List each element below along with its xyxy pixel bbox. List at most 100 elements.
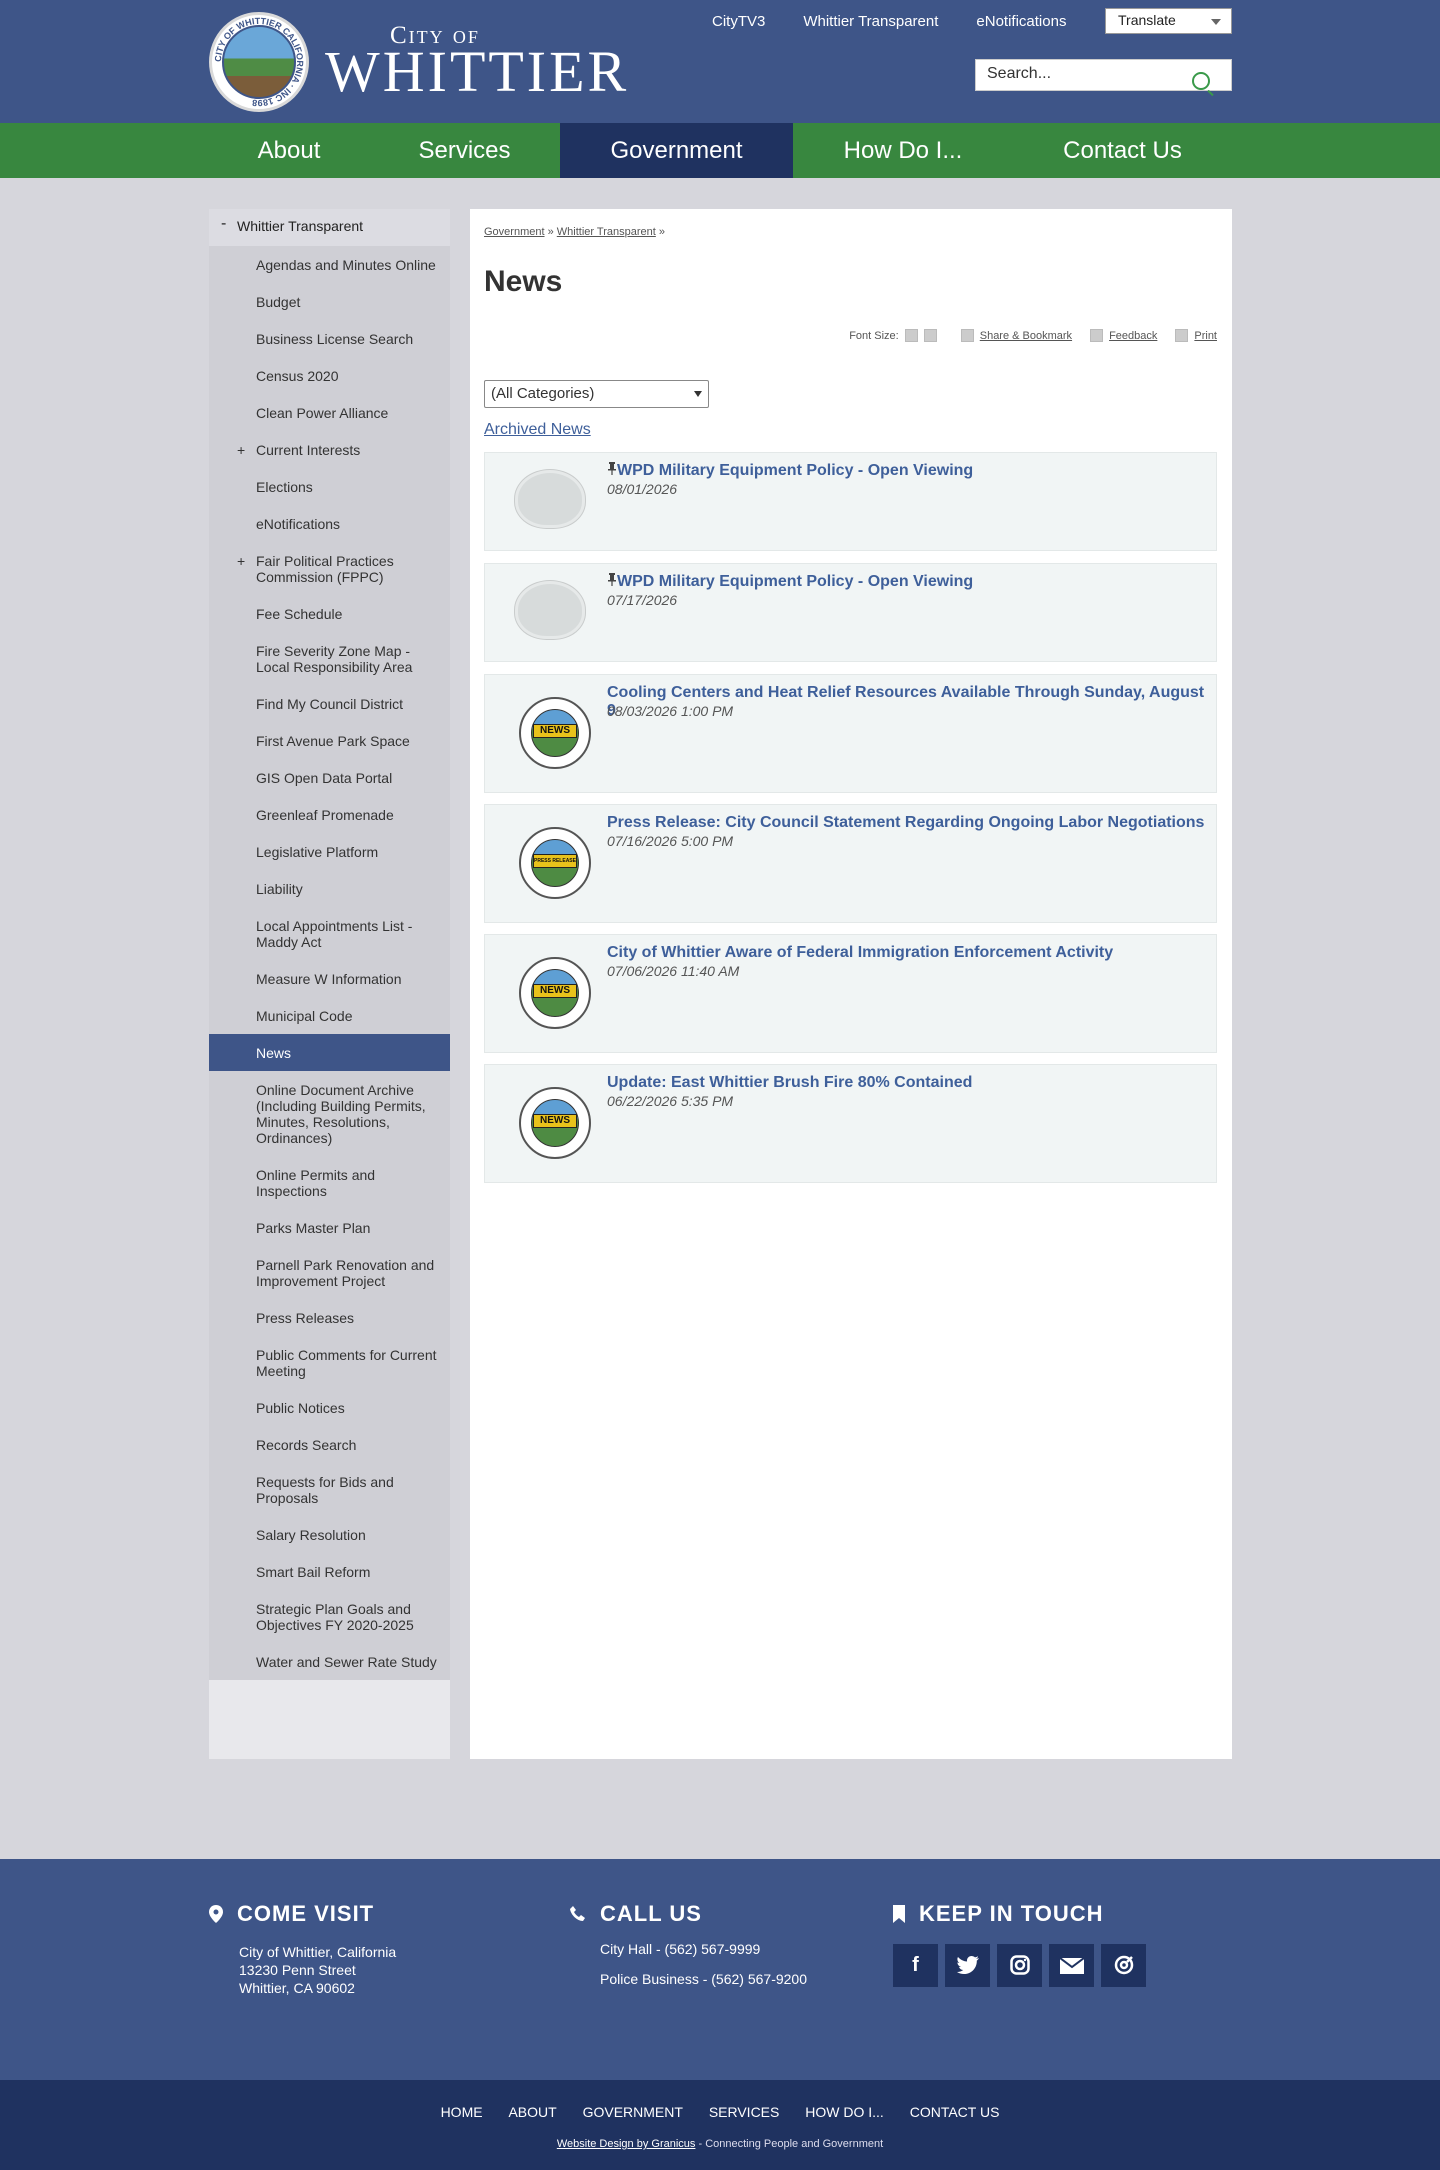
sidebar-list: - Whittier Transparent Agendas and Minut…: [209, 209, 450, 1680]
sidebar-item-label: Liability: [256, 880, 303, 897]
feedback-link[interactable]: Feedback: [1109, 330, 1157, 342]
nav-services[interactable]: Services: [369, 123, 560, 178]
search-icon[interactable]: [1192, 72, 1210, 90]
sidebar-item-records-search[interactable]: Records Search: [209, 1426, 450, 1463]
nav-about[interactable]: About: [209, 123, 369, 178]
news-title-link[interactable]: WPD Military Equipment Policy - Open Vie…: [607, 573, 973, 591]
footer-nav: HOME ABOUT GOVERNMENT SERVICES HOW DO I.…: [0, 2104, 1440, 2120]
sidebar-item-legislative-platform[interactable]: Legislative Platform: [209, 833, 450, 870]
toplink-whittier-transparent[interactable]: Whittier Transparent: [803, 13, 938, 30]
sidebar-item-news[interactable]: News: [209, 1034, 450, 1071]
nav-contact-us[interactable]: Contact Us: [1013, 123, 1232, 178]
archived-news-link[interactable]: Archived News: [484, 421, 591, 439]
sidebar-item-enotifications[interactable]: eNotifications: [209, 505, 450, 542]
category-select[interactable]: (All Categories): [484, 380, 709, 408]
category-select-value: (All Categories): [491, 385, 595, 402]
logo-whittier-text[interactable]: WHITTIER: [325, 38, 629, 105]
news-title-link[interactable]: Press Release: City Council Statement Re…: [607, 814, 1204, 832]
news-title-link[interactable]: WPD Military Equipment Policy - Open Vie…: [607, 462, 973, 480]
collapse-icon[interactable]: -: [221, 215, 226, 233]
sidebar-item-fire-severity-zone-map-local-responsibility-area[interactable]: Fire Severity Zone Map - Local Responsib…: [209, 632, 450, 685]
news-title-link[interactable]: Update: East Whittier Brush Fire 80% Con…: [607, 1074, 972, 1092]
nav-how-do-i[interactable]: How Do I...: [793, 123, 1013, 178]
sidebar-item-online-permits-and-inspections[interactable]: Online Permits and Inspections: [209, 1156, 450, 1209]
sidebar-item-parks-master-plan[interactable]: Parks Master Plan: [209, 1209, 450, 1246]
sidebar-item-public-notices[interactable]: Public Notices: [209, 1389, 450, 1426]
instagram-icon[interactable]: [997, 1944, 1042, 1987]
sidebar-item-agendas-and-minutes-online[interactable]: Agendas and Minutes Online: [209, 246, 450, 283]
sidebar-item-census-2020[interactable]: Census 2020: [209, 357, 450, 394]
city-seal-logo[interactable]: CITY OF WHITTIER CALIFORNIA · INC 1898: [209, 12, 309, 112]
news-date: 08/01/2026: [607, 481, 678, 497]
news-item[interactable]: WPD Military Equipment Policy - Open Vie…: [484, 452, 1217, 551]
twitter-icon[interactable]: [945, 1944, 990, 1987]
sidebar-item-local-appointments-list-maddy-act[interactable]: Local Appointments List - Maddy Act: [209, 907, 450, 960]
expand-icon[interactable]: +: [237, 553, 245, 569]
footer-link-home[interactable]: HOME: [441, 2104, 483, 2120]
sidebar-item-elections[interactable]: Elections: [209, 468, 450, 505]
sidebar-item-strategic-plan-goals-and-objectives-fy-2020-2025[interactable]: Strategic Plan Goals and Objectives FY 2…: [209, 1590, 450, 1643]
news-item[interactable]: NEWS Cooling Centers and Heat Relief Reso…: [484, 674, 1217, 793]
sidebar-item-gis-open-data-portal[interactable]: GIS Open Data Portal: [209, 759, 450, 796]
footer-link-services[interactable]: SERVICES: [709, 2104, 780, 2120]
sidebar-item-find-my-council-district[interactable]: Find My Council District: [209, 685, 450, 722]
sidebar-item-water-and-sewer-rate-study[interactable]: Water and Sewer Rate Study: [209, 1643, 450, 1680]
sidebar-item-label: Agendas and Minutes Online: [256, 256, 436, 273]
news-title-link[interactable]: City of Whittier Aware of Federal Immigr…: [607, 944, 1113, 962]
news-item[interactable]: PRESS RELEASE Press Release: City Council…: [484, 804, 1217, 923]
news-title-text: Press Release: City Council Statement Re…: [607, 814, 1205, 831]
font-decrease-icon[interactable]: [923, 329, 937, 342]
breadcrumb-separator: »: [658, 226, 666, 238]
news-title-text: WPD Military Equipment Policy - Open Vie…: [617, 462, 974, 479]
toplink-enotifications[interactable]: eNotifications: [976, 13, 1066, 30]
sidebar-item-greenleaf-promenade[interactable]: Greenleaf Promenade: [209, 796, 450, 833]
sidebar-item-label: Public Notices: [256, 1399, 345, 1416]
footer-link-about[interactable]: ABOUT: [508, 2104, 556, 2120]
sidebar-item-requests-for-bids-and-proposals[interactable]: Requests for Bids and Proposals: [209, 1463, 450, 1516]
print-link[interactable]: Print: [1194, 330, 1217, 342]
breadcrumb-government[interactable]: Government: [484, 226, 545, 238]
sidebar-item-liability[interactable]: Liability: [209, 870, 450, 907]
sidebar-heading[interactable]: - Whittier Transparent: [209, 209, 450, 246]
breadcrumb-whittier-transparent[interactable]: Whittier Transparent: [557, 226, 656, 238]
granicus-link[interactable]: Website Design by Granicus: [557, 2138, 696, 2150]
footer-link-government[interactable]: GOVERNMENT: [583, 2104, 683, 2120]
sidebar-item-current-interests[interactable]: + Current Interests: [209, 431, 450, 468]
share-icon: [960, 329, 974, 342]
footer-link-how-do-i[interactable]: HOW DO I...: [805, 2104, 884, 2120]
email-icon[interactable]: [1049, 1944, 1094, 1987]
news-item[interactable]: NEWS Update: East Whittier Brush Fire 80%…: [484, 1064, 1217, 1183]
sidebar-item-public-comments-for-current-meeting[interactable]: Public Comments for Current Meeting: [209, 1336, 450, 1389]
facebook-icon[interactable]: f: [893, 1944, 938, 1987]
news-item[interactable]: WPD Military Equipment Policy - Open Vie…: [484, 563, 1217, 662]
sidebar-item-municipal-code[interactable]: Municipal Code: [209, 997, 450, 1034]
sidebar-item-fee-schedule[interactable]: Fee Schedule: [209, 595, 450, 632]
sidebar-item-clean-power-alliance[interactable]: Clean Power Alliance: [209, 394, 450, 431]
sidebar-item-measure-w-information[interactable]: Measure W Information: [209, 960, 450, 997]
main-content: Government » Whittier Transparent » News…: [470, 209, 1232, 1759]
toplink-citytv3[interactable]: CityTV3: [712, 13, 765, 30]
sidebar-item-online-document-archive-including-building-permits-minutes-resolutions-ordinances[interactable]: Online Document Archive (Including Build…: [209, 1071, 450, 1156]
sidebar-item-salary-resolution[interactable]: Salary Resolution: [209, 1516, 450, 1553]
sidebar-item-business-license-search[interactable]: Business License Search: [209, 320, 450, 357]
sidebar-item-parnell-park-renovation-and-improvement-project[interactable]: Parnell Park Renovation and Improvement …: [209, 1246, 450, 1299]
news-item[interactable]: NEWS City of Whittier Aware of Federal Im…: [484, 934, 1217, 1053]
sidebar-item-first-avenue-park-space[interactable]: First Avenue Park Space: [209, 722, 450, 759]
footer-link-contact-us[interactable]: CONTACT US: [910, 2104, 1000, 2120]
threads-icon[interactable]: [1101, 1944, 1146, 1987]
font-increase-icon[interactable]: [904, 329, 918, 342]
sidebar-item-fair-political-practices-commission-fppc[interactable]: + Fair Political Practices Commission (FP…: [209, 542, 450, 595]
translate-dropdown[interactable]: Translate: [1105, 8, 1232, 34]
sidebar-item-press-releases[interactable]: Press Releases: [209, 1299, 450, 1336]
expand-icon[interactable]: +: [237, 442, 245, 458]
sidebar-item-budget[interactable]: Budget: [209, 283, 450, 320]
sidebar-item-label: Salary Resolution: [256, 1526, 366, 1543]
seal-label: NEWS: [533, 724, 577, 738]
share-bookmark-link[interactable]: Share & Bookmark: [980, 330, 1072, 342]
phone-city-hall[interactable]: City Hall - (562) 567-9999: [600, 1934, 807, 1964]
page-tools: Font Size: Share & Bookmark Feedback Pri…: [849, 329, 1217, 342]
nav-government[interactable]: Government: [560, 123, 793, 178]
phone-police[interactable]: Police Business - (562) 567-9200: [600, 1964, 807, 1994]
seal-landscape: [222, 25, 296, 99]
sidebar-item-smart-bail-reform[interactable]: Smart Bail Reform: [209, 1553, 450, 1590]
